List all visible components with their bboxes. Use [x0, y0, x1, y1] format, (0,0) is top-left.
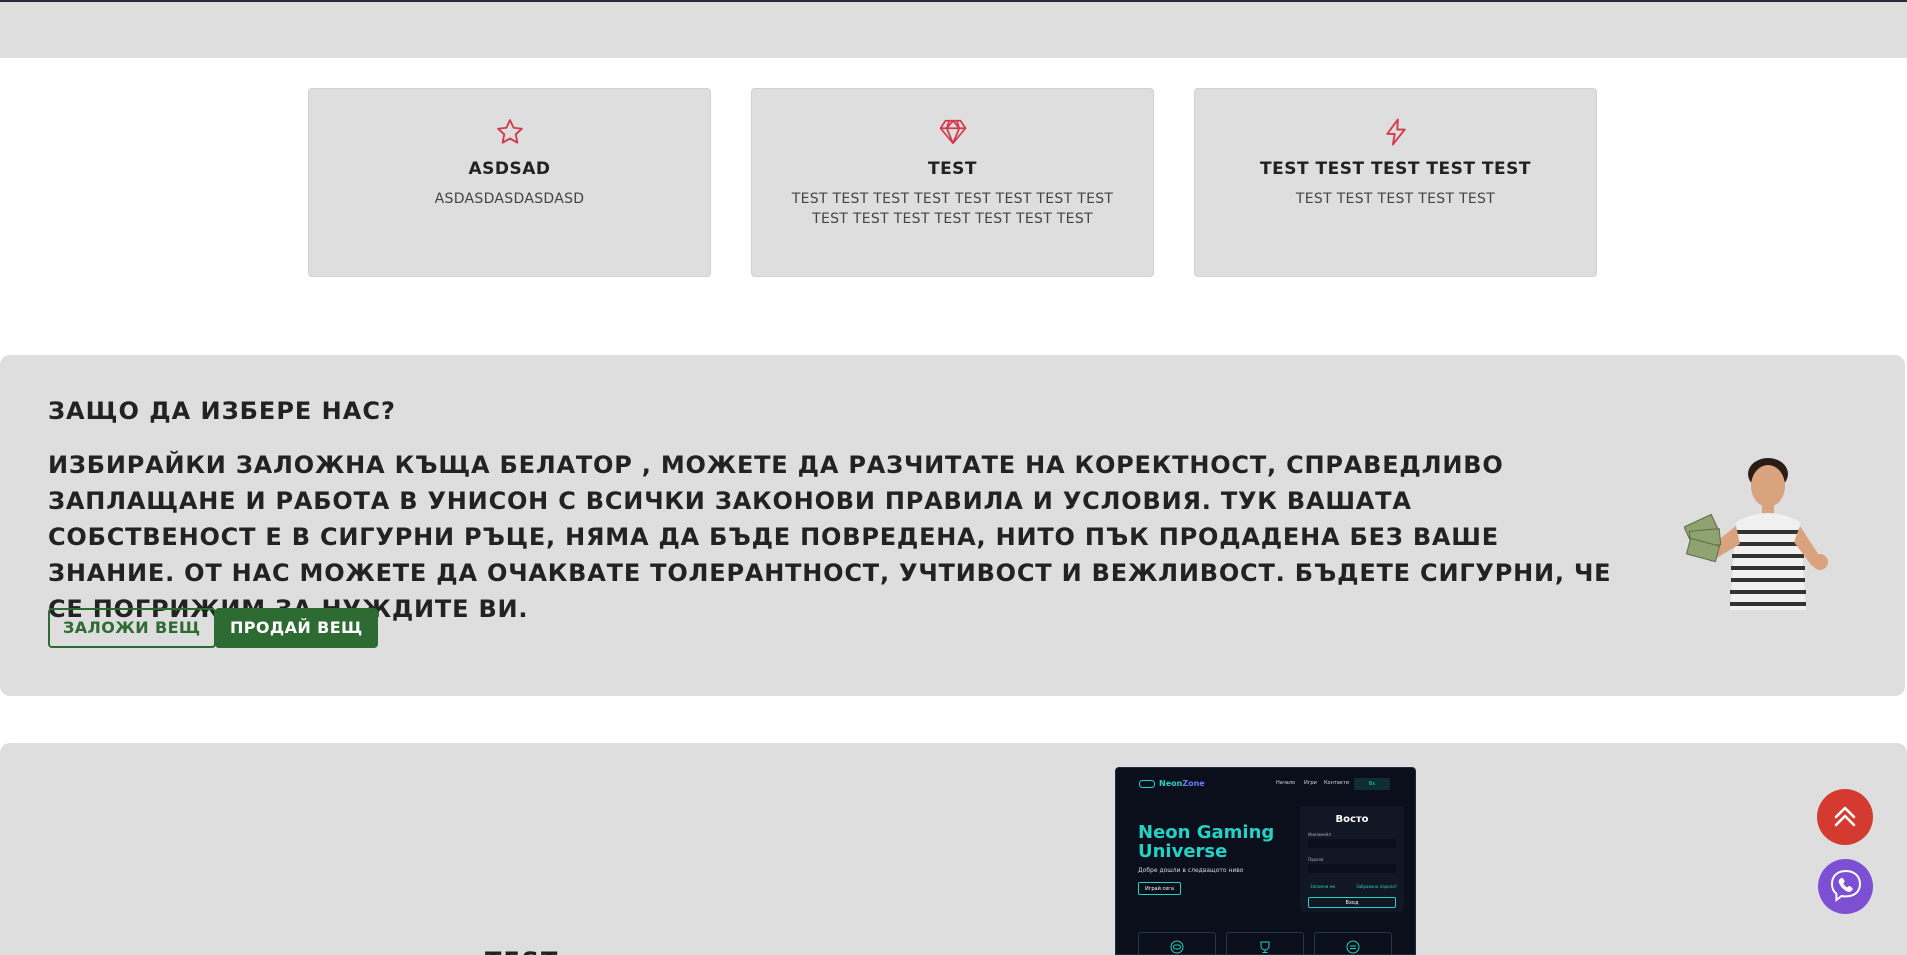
lower-section: TEST NeonZone Начало Игри Контакти Вх Ne… — [0, 743, 1907, 955]
mockup-nav-item: Контакти — [1324, 780, 1350, 786]
section-heading: ЗАЩО ДА ИЗБЕРЕ НАС? — [48, 397, 396, 425]
website-mockup-image: NeonZone Начало Игри Контакти Вх Neon Ga… — [1115, 767, 1416, 955]
feature-title: TEST TEST TEST TEST TEST — [1260, 159, 1531, 179]
sell-item-button[interactable]: ПРОДАЙ ВЕЩ — [215, 608, 378, 648]
scroll-to-top-button[interactable] — [1817, 789, 1873, 845]
feature-card-3: TEST TEST TEST TEST TEST TEST TEST TEST … — [1194, 88, 1597, 277]
gamepad-icon — [1139, 780, 1155, 788]
star-icon — [496, 119, 523, 144]
viber-chat-button[interactable] — [1818, 859, 1873, 914]
viber-phone-icon — [1830, 869, 1862, 903]
section-text: ИЗБИРАЙКИ ЗАЛОЖНА КЪЩА БЕЛАТОР , МОЖЕТЕ … — [48, 451, 1612, 623]
double-chevron-up-icon — [1834, 806, 1856, 827]
why-choose-us-section: ЗАЩО ДА ИЗБЕРЕ НАС? ИЗБИРАЙКИ ЗАЛОЖНА КЪ… — [0, 355, 1905, 696]
mockup-logo: NeonZone — [1159, 779, 1205, 788]
feature-card-1: ASDSAD ASDASDASDASDASD — [308, 88, 711, 277]
mockup-tile — [1226, 932, 1304, 954]
section-heading: TEST — [485, 946, 559, 955]
mockup-link: Запомни ме — [1310, 884, 1336, 889]
feature-title: ASDSAD — [468, 159, 551, 179]
feature-description: ASDASDASDASDASD — [434, 191, 585, 207]
man-with-money-image — [1684, 458, 1828, 610]
feature-description: TEST TEST TEST TEST TEST — [1295, 191, 1496, 207]
mockup-nav-item: Начало — [1276, 780, 1296, 786]
feature-cards: ASDSAD ASDASDASDASDASD TEST TEST TEST TE… — [308, 88, 1598, 277]
feature-card-2: TEST TEST TEST TEST TEST TEST TEST TEST … — [751, 88, 1154, 277]
gamepad-icon — [1170, 940, 1184, 954]
mockup-login-panel: Восто Име/имейл Парола Запомни ме Забрав… — [1300, 806, 1404, 912]
feature-description: TEST TEST TEST TEST TEST TEST TEST TEST … — [791, 191, 1114, 227]
feature-title: TEST — [927, 159, 978, 179]
mockup-tile — [1138, 932, 1216, 954]
diamond-icon — [939, 119, 966, 145]
mockup-hero-subtitle: Добре дошли в следващото ниво — [1138, 867, 1244, 874]
mockup-panel-title: Восто — [1335, 814, 1369, 825]
top-banner — [0, 0, 1907, 58]
mockup-nav-item: Игри — [1304, 780, 1317, 786]
lightning-icon — [1385, 118, 1406, 146]
mockup-field-label: Име/имейл — [1308, 832, 1332, 837]
trophy-icon — [1260, 941, 1270, 953]
mockup-field-label: Парола — [1308, 857, 1324, 862]
mockup-play-button: Играй сега — [1138, 882, 1181, 895]
mockup-submit-button: Вход — [1308, 897, 1396, 908]
chat-icon — [1346, 940, 1360, 954]
mockup-hero-title: Neon Gaming Universe — [1138, 822, 1275, 862]
mockup-nav: NeonZone Начало Игри Контакти Вх — [1116, 768, 1415, 798]
mockup-tile — [1314, 932, 1392, 954]
mockup-link: Забравена парола? — [1356, 884, 1397, 889]
mockup-field — [1308, 839, 1396, 848]
mockup-nav-button: Вх — [1354, 778, 1390, 790]
mockup-field — [1308, 864, 1396, 873]
pawn-item-button[interactable]: ЗАЛОЖИ ВЕЩ — [48, 608, 216, 648]
